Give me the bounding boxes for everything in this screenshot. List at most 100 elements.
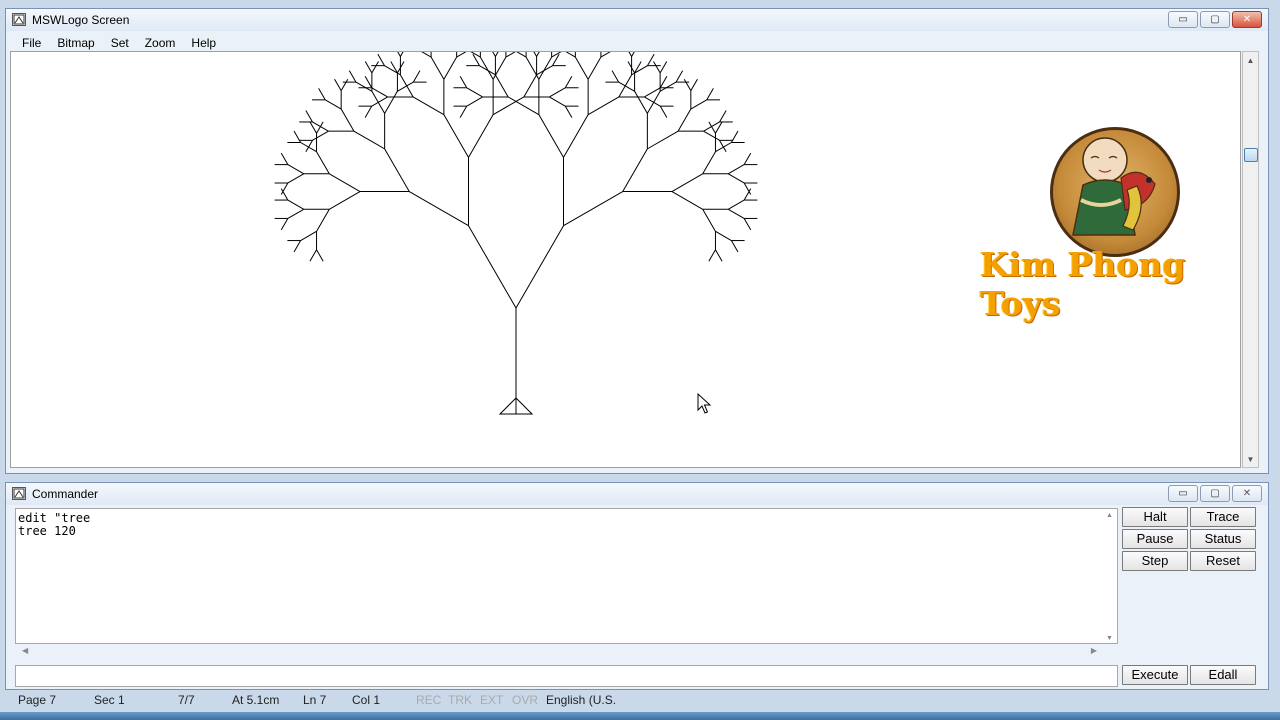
tree-branch	[280, 188, 289, 201]
status-page: Page 7	[18, 693, 57, 707]
halt-button[interactable]: Halt	[1122, 507, 1188, 527]
tree-branch	[443, 114, 469, 158]
scroll-left-icon[interactable]: ◀	[22, 646, 28, 655]
tree-branch	[549, 96, 566, 107]
tree-branch	[507, 96, 540, 116]
tree-branch	[631, 65, 648, 76]
menu-bitmap[interactable]: Bitmap	[49, 33, 102, 53]
tree-branch	[565, 52, 576, 58]
scroll-up-icon[interactable]: ▲	[1106, 512, 1113, 519]
history-line[interactable]: tree 120	[18, 525, 1115, 538]
tree-branch	[743, 152, 752, 165]
tree-branch	[659, 105, 668, 118]
status-ln: Ln 7	[303, 693, 327, 707]
step-button[interactable]: Step	[1122, 551, 1188, 571]
tree-branch	[312, 130, 329, 141]
minimize-button[interactable]: ▭	[1168, 11, 1198, 28]
tree-branch	[515, 225, 564, 309]
scroll-up-icon[interactable]: ▲	[1243, 52, 1258, 68]
mouse-cursor-icon	[697, 393, 711, 414]
maximize-button[interactable]: ▢	[1200, 11, 1230, 28]
tree-branch	[412, 70, 421, 83]
status-button[interactable]: Status	[1190, 529, 1256, 549]
tree-branch	[492, 96, 525, 116]
tree-branch	[727, 208, 745, 219]
tree-branch	[622, 148, 648, 192]
tree-branch	[727, 173, 745, 184]
tree-branch	[466, 87, 483, 98]
tree-branch	[459, 105, 468, 118]
menu-file[interactable]: File	[14, 33, 49, 53]
tree-branch	[412, 96, 445, 116]
tree-branch	[730, 240, 739, 253]
tree-branch	[715, 230, 732, 241]
scroll-down-icon[interactable]: ▼	[1243, 451, 1258, 467]
tree-branch	[371, 61, 379, 74]
commander-close-button[interactable]: ✕	[1232, 485, 1262, 502]
tree-branch	[730, 130, 739, 143]
close-icon: ✕	[1242, 13, 1252, 25]
tree-branch	[479, 65, 496, 76]
tree-branch	[468, 225, 517, 309]
history-line[interactable]: edit "tree	[18, 512, 1115, 525]
execute-button[interactable]: Execute	[1122, 665, 1188, 685]
tree-branch	[675, 70, 684, 83]
tree-branch	[702, 151, 716, 175]
edall-button[interactable]: Edall	[1190, 665, 1256, 685]
tree-branch	[715, 249, 723, 262]
scroll-right-icon[interactable]: ▶	[1091, 646, 1097, 655]
tree-branch	[280, 182, 289, 195]
tree-branch	[600, 52, 611, 58]
menu-zoom[interactable]: Zoom	[137, 33, 184, 53]
tree-branch	[287, 164, 305, 175]
tree-branch	[364, 61, 373, 74]
tree-branch	[280, 152, 289, 165]
history-hscroll[interactable]: ◀ ▶	[22, 646, 1097, 656]
tree-branch	[280, 218, 289, 231]
menu-set[interactable]: Set	[103, 33, 137, 53]
app-icon	[12, 13, 26, 26]
tree-branch	[743, 218, 752, 231]
screen-titlebar[interactable]: MSWLogo Screen ▭ ▢ ✕	[6, 9, 1268, 31]
tree-branch	[653, 61, 661, 74]
tree-branch	[563, 114, 589, 158]
tree-branch	[564, 76, 573, 89]
tree-branch	[659, 61, 668, 74]
tree-branch	[587, 56, 602, 80]
menu-bar: File Bitmap Set Zoom Help	[14, 33, 224, 53]
tree-branch	[384, 65, 401, 76]
scroll-thumb[interactable]	[1244, 148, 1258, 162]
tree-branch	[364, 76, 373, 89]
status-bar: Page 7 Sec 1 7/7 At 5.1cm Ln 7 Col 1 REC…	[18, 693, 1280, 711]
menu-help[interactable]: Help	[183, 33, 224, 53]
tree-branch	[456, 52, 467, 58]
command-input[interactable]	[15, 665, 1118, 687]
tree-branch	[708, 249, 716, 262]
history-scrollbar[interactable]: ▲ ▼	[1104, 510, 1116, 642]
close-icon: ✕	[1242, 487, 1252, 499]
commander-minimize-button[interactable]: ▭	[1168, 485, 1198, 502]
tree-branch	[719, 110, 727, 123]
trace-button[interactable]: Trace	[1190, 507, 1256, 527]
scroll-down-icon[interactable]: ▼	[1106, 635, 1113, 642]
tree-branch	[364, 105, 373, 118]
tree-branch	[536, 52, 540, 57]
tree-branch	[671, 173, 703, 192]
commander-titlebar[interactable]: Commander ▭ ▢ ✕	[6, 483, 1268, 505]
tree-branch	[690, 78, 698, 91]
tree-branch	[523, 74, 538, 98]
commander-icon	[12, 487, 26, 500]
tree-branch	[564, 105, 573, 118]
tree-branch	[466, 96, 483, 107]
close-button[interactable]: ✕	[1232, 11, 1262, 28]
pause-button[interactable]: Pause	[1122, 529, 1188, 549]
command-history[interactable]: edit "tree tree 120	[15, 508, 1118, 644]
tree-branch	[715, 142, 732, 153]
commander-maximize-button[interactable]: ▢	[1200, 485, 1230, 502]
tree-branch	[287, 199, 305, 210]
tree-branch	[727, 164, 745, 175]
reset-button[interactable]: Reset	[1190, 551, 1256, 571]
tree-branch	[659, 76, 668, 89]
maximize-icon: ▢	[1210, 13, 1220, 25]
tree-branch	[468, 114, 494, 158]
